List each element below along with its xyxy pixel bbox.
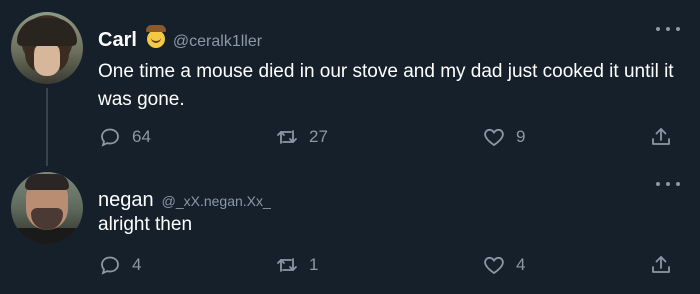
more-options-icon[interactable]	[656, 22, 680, 36]
like-icon	[484, 256, 504, 275]
retweet-button[interactable]: 27	[275, 122, 328, 152]
retweet-button[interactable]: 1	[275, 250, 318, 280]
more-options-icon[interactable]	[656, 177, 680, 191]
like-count: 9	[516, 127, 526, 146]
tweet-actions: 64 27 9	[98, 122, 683, 152]
username-handle[interactable]: @ceralk1ller	[173, 33, 262, 51]
reply-icon	[101, 256, 119, 275]
avatar-jacket	[11, 228, 83, 244]
like-icon	[484, 128, 504, 147]
username-handle[interactable]: @_xX.negan.Xx_	[162, 193, 271, 209]
display-name[interactable]: Carl	[98, 29, 137, 52]
tweet-carl[interactable]: Carl @ceralk1ller One time a mouse died …	[0, 0, 700, 170]
reply-button[interactable]: 64	[98, 122, 151, 152]
tweet-actions: 4 1 4	[98, 250, 683, 280]
avatar-hat	[17, 18, 77, 46]
retweet-icon	[277, 258, 297, 272]
tweet-header: Carl @ceralk1ller	[98, 25, 262, 52]
reply-count: 4	[132, 255, 142, 274]
reply-count: 64	[132, 127, 151, 146]
display-name[interactable]: negan	[98, 189, 154, 212]
tweet-header: negan @_xX.negan.Xx_	[98, 189, 271, 212]
retweet-icon	[277, 130, 297, 144]
tweet-text: One time a mouse died in our stove and m…	[98, 61, 674, 110]
retweet-count: 1	[309, 255, 319, 274]
reply-icon	[101, 128, 119, 147]
like-button[interactable]: 4	[482, 250, 525, 280]
like-button[interactable]: 9	[482, 122, 525, 152]
like-count: 4	[516, 255, 526, 274]
tweet-text: alright then	[98, 214, 193, 235]
retweet-count: 27	[309, 127, 328, 146]
avatar-face	[34, 42, 60, 76]
share-icon	[652, 256, 670, 273]
avatar[interactable]	[11, 172, 83, 244]
share-icon	[652, 128, 670, 145]
thread-line	[46, 88, 48, 166]
avatar[interactable]	[11, 12, 83, 84]
share-button[interactable]	[649, 122, 673, 152]
tweet-negan[interactable]: negan @_xX.negan.Xx_ alright then 4 1 4	[0, 170, 700, 294]
reply-button[interactable]: 4	[98, 250, 141, 280]
avatar-hair	[25, 174, 69, 190]
cowboy-emoji-icon	[145, 25, 166, 48]
share-button[interactable]	[649, 250, 673, 280]
